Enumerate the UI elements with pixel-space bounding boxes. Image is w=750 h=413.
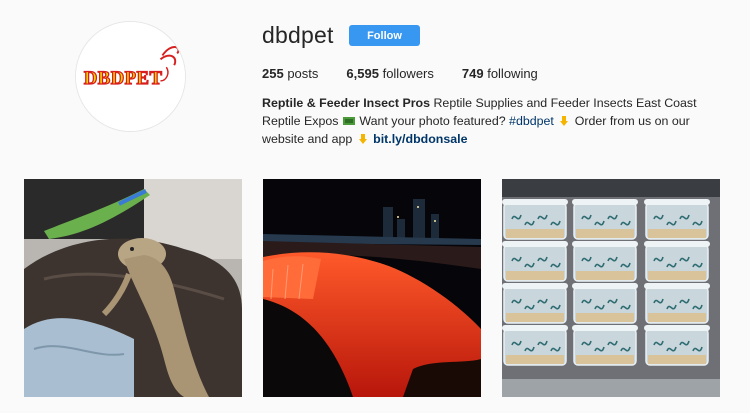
pointing-down-emoji-icon <box>560 116 569 126</box>
followers-stat[interactable]: 6,595 followers <box>346 66 433 81</box>
feeder-insect-cups-photo <box>502 179 720 397</box>
post-thumbnail-bearded-dragon[interactable] <box>24 179 242 397</box>
following-count: 749 <box>461 66 484 81</box>
profile-stats: 255 posts 6,595 followers 749 following <box>262 66 566 81</box>
posts-count: 255 <box>262 66 284 81</box>
profile-bio: Reptile & Feeder Insect Pros Reptile Sup… <box>262 94 712 148</box>
insect-cup <box>502 241 568 282</box>
post-thumbnail-feeder-insects[interactable] <box>502 179 720 397</box>
dbdpet-logo: DBDPET <box>76 22 185 131</box>
insect-cup <box>572 199 638 240</box>
followers-count: 6,595 <box>346 66 379 81</box>
bio-hashtag-link[interactable]: #dbdpet <box>509 114 554 128</box>
cash-emoji-icon <box>342 117 355 125</box>
insect-cup <box>502 325 568 366</box>
insect-cup <box>502 283 568 324</box>
insect-cup <box>644 283 710 324</box>
posts-stat: 255 posts <box>262 66 318 81</box>
posts-label: posts <box>287 66 319 81</box>
post-thumbnail-niagara-falls[interactable] <box>263 179 481 397</box>
following-stat[interactable]: 749 following <box>462 66 538 81</box>
avatar-logo-text: DBDPET <box>84 68 163 89</box>
insect-cup <box>644 325 710 366</box>
bio-website-link[interactable]: bit.ly/dbdonsale <box>373 132 467 146</box>
bio-full-name: Reptile & Feeder Insect Pros <box>262 96 431 110</box>
insect-cup <box>502 199 568 240</box>
following-label: following <box>487 66 538 81</box>
followers-label: followers <box>382 66 434 81</box>
insect-cup <box>644 199 710 240</box>
pointing-down-emoji-icon <box>358 134 367 144</box>
insect-cup <box>644 241 710 282</box>
insect-cup <box>572 241 638 282</box>
profile-avatar[interactable]: DBDPET <box>75 21 186 132</box>
insect-cup <box>572 283 638 324</box>
niagara-falls-photo <box>263 179 481 397</box>
follow-button[interactable]: Follow <box>349 25 420 46</box>
profile-username: dbdpet <box>262 22 334 48</box>
bio-text-2: Want your photo featured? <box>355 114 510 128</box>
bearded-dragon-photo <box>24 179 242 397</box>
insect-cup <box>572 325 638 366</box>
